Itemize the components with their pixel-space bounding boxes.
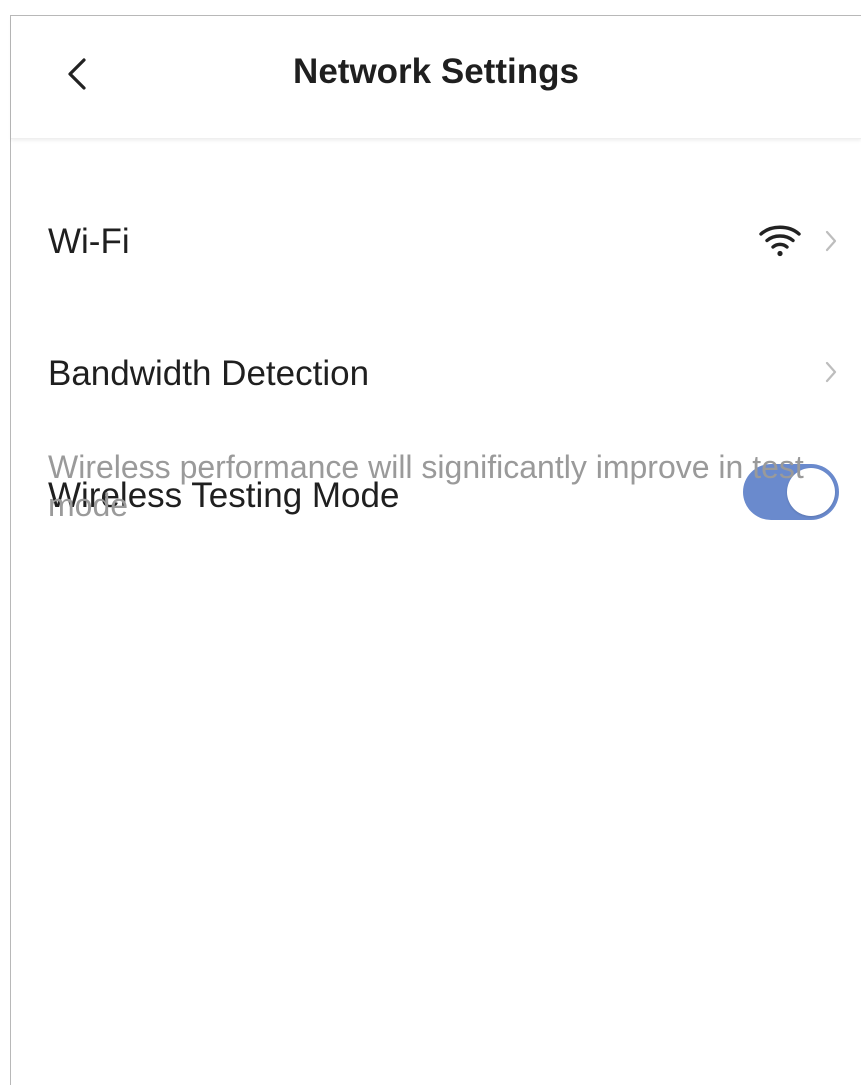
bandwidth-detection-label: Bandwidth Detection [48, 354, 370, 393]
bandwidth-detection-row[interactable]: Bandwidth Detection [11, 322, 861, 422]
settings-screen: Network Settings Wi-Fi Bandwidth Detecti… [10, 15, 861, 1085]
chevron-right-icon [825, 361, 837, 383]
wifi-label: Wi-Fi [48, 222, 130, 261]
wifi-icon [759, 225, 801, 257]
top-bar: Network Settings [11, 16, 861, 139]
page-title: Network Settings [293, 52, 579, 91]
wireless-testing-description: Wireless performance will significantly … [48, 449, 804, 523]
chevron-right-icon [825, 230, 837, 252]
wifi-row[interactable]: Wi-Fi [11, 192, 861, 292]
